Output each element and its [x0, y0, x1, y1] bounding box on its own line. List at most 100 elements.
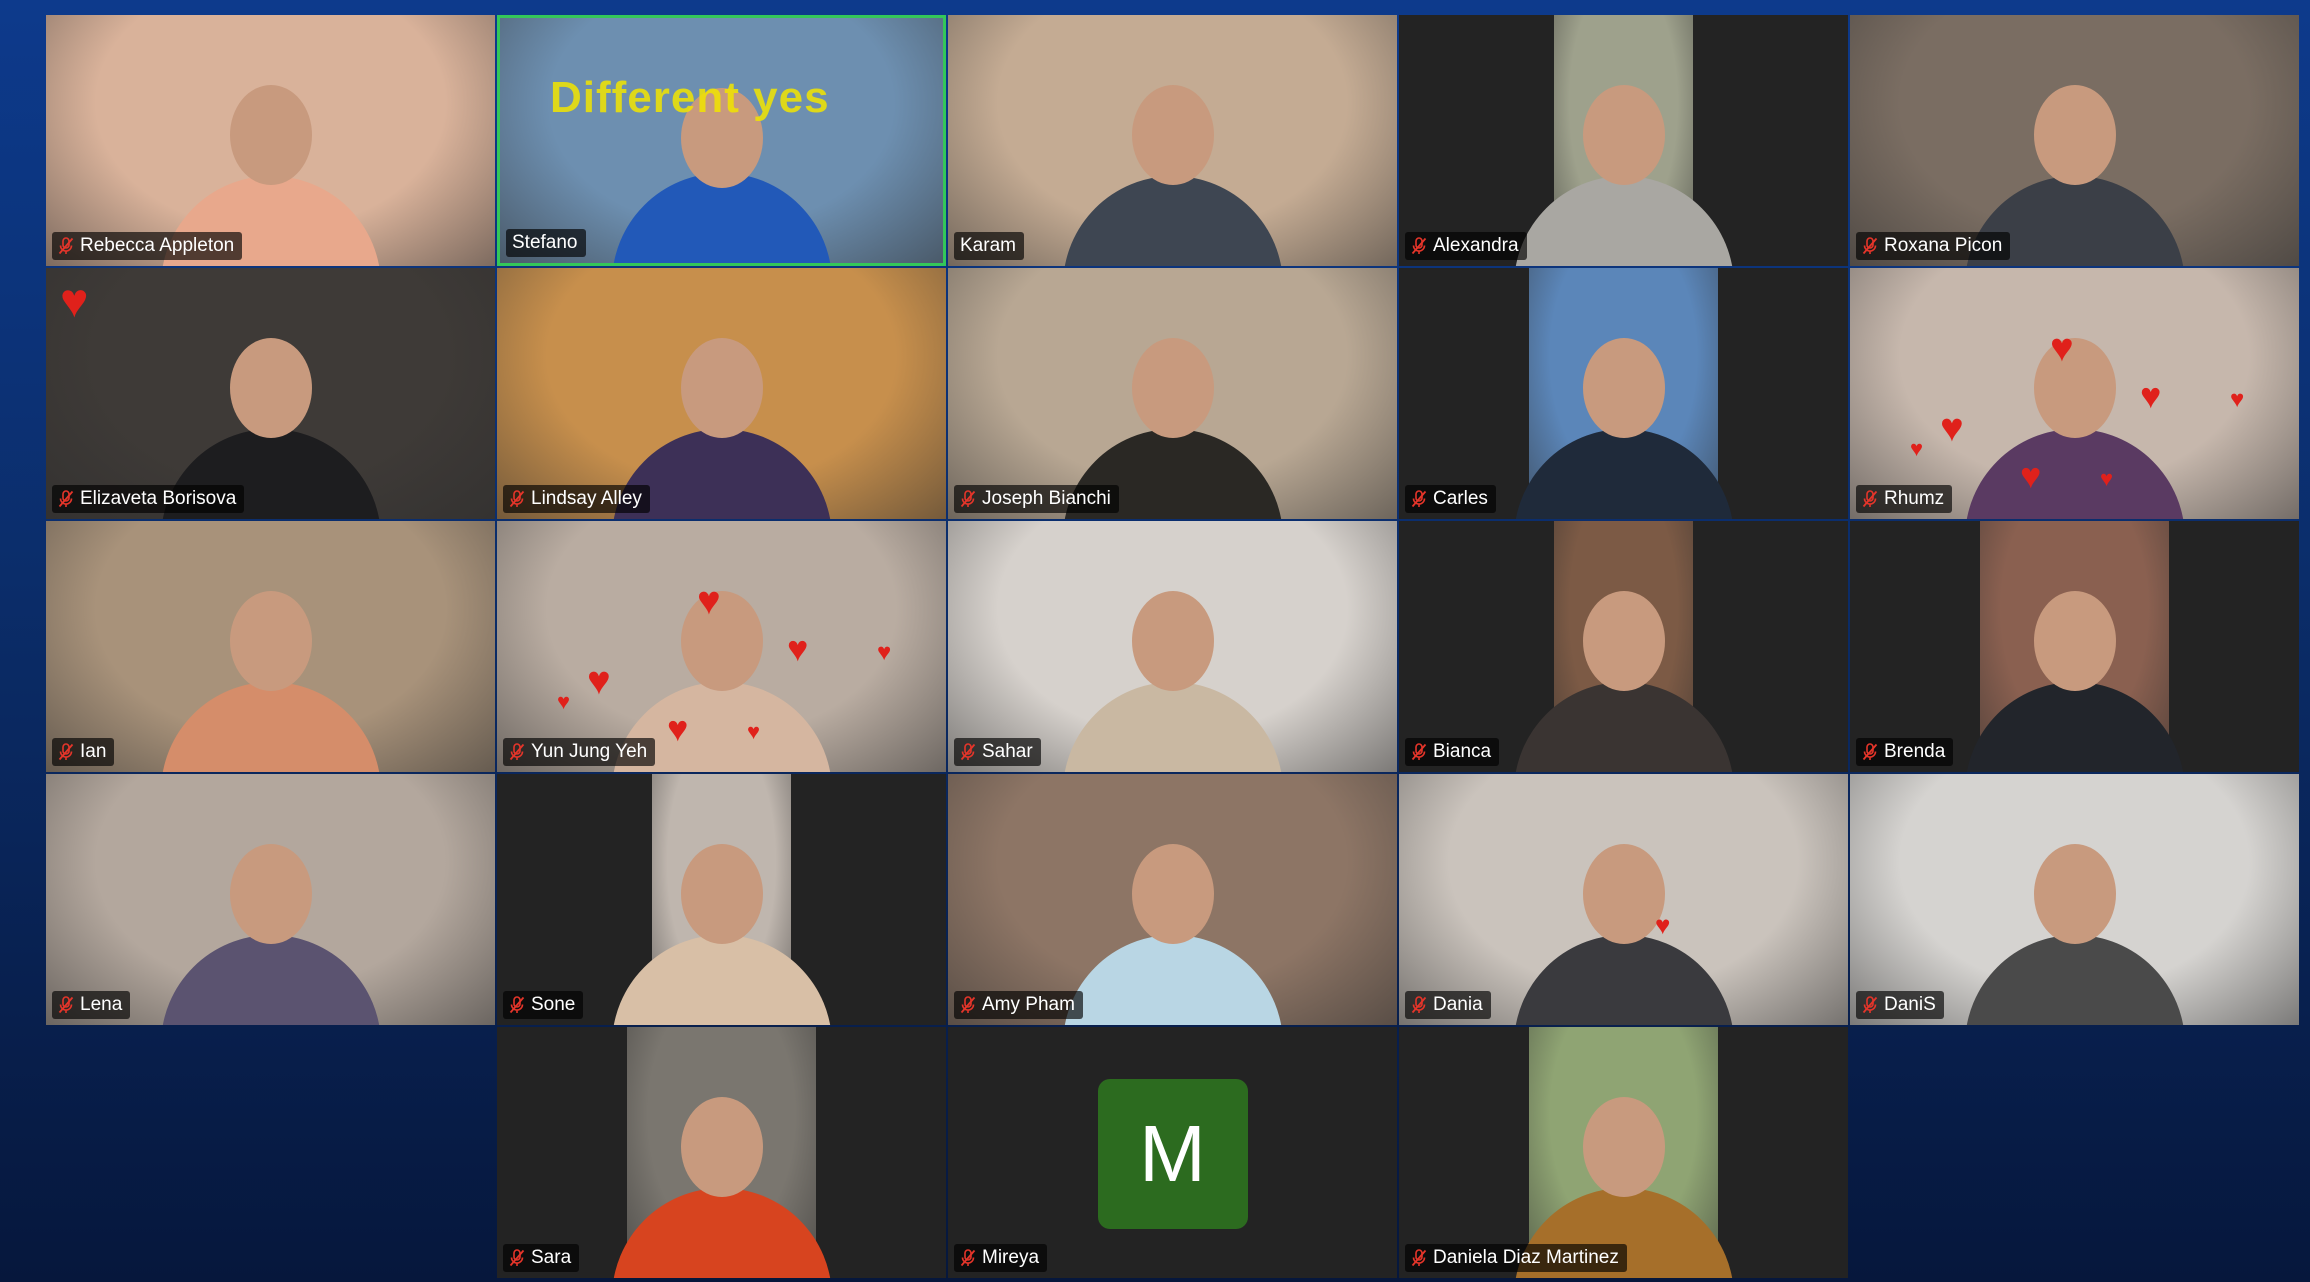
participant-tile[interactable]: Carles	[1399, 268, 1848, 519]
participant-name: Ian	[80, 741, 107, 762]
video-feed	[948, 268, 1397, 519]
heart-icon: ♥	[587, 659, 611, 703]
participant-name-label: Daniela Diaz Martinez	[1405, 1244, 1627, 1272]
video-feed	[948, 521, 1397, 772]
video-feed	[46, 521, 495, 772]
participant-body	[611, 935, 832, 1025]
heart-icon: ♥	[877, 639, 892, 666]
participant-face	[1582, 338, 1665, 438]
participant-body	[1513, 176, 1734, 266]
participant-face	[2033, 844, 2116, 944]
mic-muted-icon	[58, 490, 74, 508]
video-feed	[46, 15, 495, 266]
participant-name: Lena	[80, 994, 123, 1015]
participant-name-label: Sahar	[954, 738, 1041, 766]
heart-icon: ♥	[2020, 455, 2042, 496]
participant-tile[interactable]: Lena	[46, 774, 495, 1025]
mic-muted-icon	[960, 490, 976, 508]
participant-tile[interactable]: ♥ ♥ ♥ ♥ ♥ ♥ ♥ Yun Jung Yeh	[497, 521, 946, 772]
participant-body	[1513, 682, 1734, 772]
mic-muted-icon	[509, 1249, 525, 1267]
participant-name-label: Lena	[52, 991, 131, 1019]
participant-name: Karam	[960, 235, 1016, 256]
participant-name-label: Carles	[1405, 485, 1496, 513]
participant-face	[2033, 338, 2116, 438]
participant-name-label: Amy Pham	[954, 991, 1083, 1019]
participant-face	[1582, 591, 1665, 691]
participant-name: Mireya	[982, 1247, 1040, 1268]
video-feed	[1513, 268, 1734, 519]
participant-body	[1062, 682, 1283, 772]
participant-name-label: Stefano	[506, 229, 586, 257]
participant-tile[interactable]: Joseph Bianchi	[948, 268, 1397, 519]
participant-body	[160, 935, 381, 1025]
participant-tile[interactable]: ♥ Elizaveta Borisova	[46, 268, 495, 519]
mic-muted-icon	[58, 237, 74, 255]
heart-icon: ♥	[787, 628, 809, 669]
participant-tile[interactable]: Bianca	[1399, 521, 1848, 772]
participant-name-label: Brenda	[1856, 738, 1954, 766]
mic-muted-icon	[960, 996, 976, 1014]
participant-name: Sone	[531, 994, 576, 1015]
participant-face	[2033, 591, 2116, 691]
mic-muted-icon	[1862, 743, 1878, 761]
participant-name: Stefano	[512, 232, 578, 253]
participant-name: Amy Pham	[982, 994, 1075, 1015]
participant-face	[1131, 85, 1214, 185]
participant-body	[160, 682, 381, 772]
mic-muted-icon	[1411, 490, 1427, 508]
video-feed	[497, 268, 946, 519]
participant-name-label: Yun Jung Yeh	[503, 738, 656, 766]
participant-tile[interactable]: DaniS	[1850, 774, 2299, 1025]
participant-face	[229, 844, 312, 944]
participant-name-label: Sone	[503, 991, 584, 1019]
participant-tile[interactable]: Different yes Stefano	[497, 15, 946, 266]
video-feed	[1399, 774, 1848, 1025]
participant-tile[interactable]: Rebecca Appleton	[46, 15, 495, 266]
participant-tile[interactable]: Sahar	[948, 521, 1397, 772]
participant-tile[interactable]: Lindsay Alley	[497, 268, 946, 519]
participant-name: Daniela Diaz Martinez	[1433, 1247, 1619, 1268]
heart-icon: ♥	[557, 689, 571, 714]
participant-face	[1131, 591, 1214, 691]
mic-muted-icon	[1411, 1249, 1427, 1267]
video-feed	[46, 268, 495, 519]
heart-icon: ♥	[2230, 386, 2245, 413]
participant-tile[interactable]: Brenda	[1850, 521, 2299, 772]
participant-tile[interactable]: Sara	[497, 1027, 946, 1278]
participant-name-label: Alexandra	[1405, 232, 1527, 260]
participant-tile[interactable]: Roxana Picon	[1850, 15, 2299, 266]
video-feed	[611, 774, 832, 1025]
participant-tile[interactable]: ♥ Dania	[1399, 774, 1848, 1025]
participant-face	[229, 85, 312, 185]
participant-tile[interactable]: Ian	[46, 521, 495, 772]
participant-tile[interactable]: Alexandra	[1399, 15, 1848, 266]
participant-tile[interactable]: Sone	[497, 774, 946, 1025]
participant-name: Joseph Bianchi	[982, 488, 1111, 509]
mic-muted-icon	[1862, 490, 1878, 508]
participant-name: Sahar	[982, 741, 1033, 762]
participant-tile[interactable]: ♥ ♥ ♥ ♥ ♥ ♥ ♥ Rhumz	[1850, 268, 2299, 519]
participant-name: Dania	[1433, 994, 1483, 1015]
mic-muted-icon	[1411, 237, 1427, 255]
participant-tile[interactable]: Daniela Diaz Martinez	[1399, 1027, 1848, 1278]
video-feed	[1850, 774, 2299, 1025]
participant-body	[1964, 429, 2185, 519]
heart-icon: ♥	[2050, 326, 2074, 370]
participant-name: Alexandra	[1433, 235, 1519, 256]
heart-icon: ♥	[2100, 466, 2114, 491]
participant-name: Brenda	[1884, 741, 1946, 762]
participant-name-label: Sara	[503, 1244, 580, 1272]
participant-name: Bianca	[1433, 741, 1492, 762]
participant-name-label: Rhumz	[1856, 485, 1953, 513]
participant-tile[interactable]: Karam	[948, 15, 1397, 266]
heart-icon: ♥	[1655, 910, 1671, 940]
participant-body	[611, 1188, 832, 1278]
participant-face	[1131, 338, 1214, 438]
participant-name-label: Mireya	[954, 1244, 1048, 1272]
participant-tile[interactable]: Amy Pham	[948, 774, 1397, 1025]
participant-face	[680, 844, 763, 944]
heart-icon: ♥	[2140, 375, 2162, 416]
participant-tile[interactable]: M Mireya	[948, 1027, 1397, 1278]
heart-icon: ♥	[60, 275, 89, 328]
